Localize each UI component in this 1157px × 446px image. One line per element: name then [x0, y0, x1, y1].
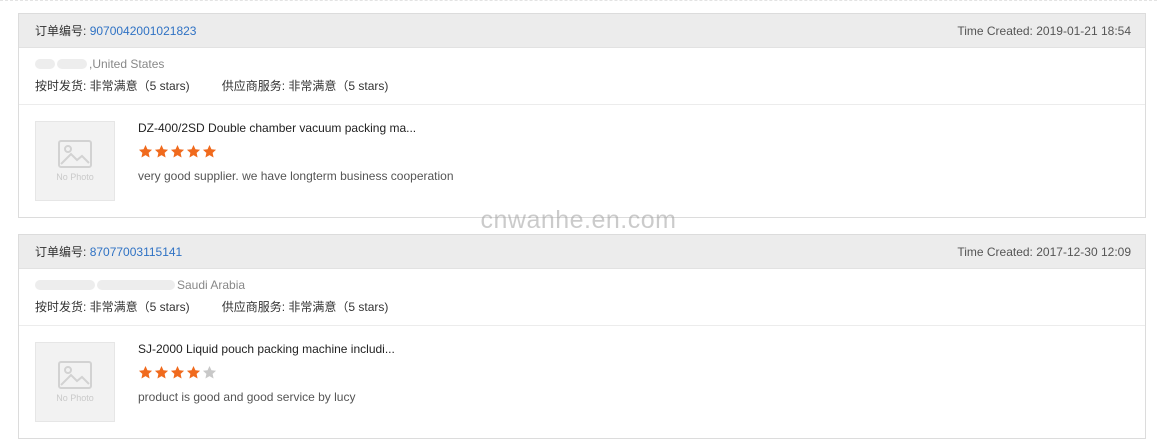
- ratings-row: 按时发货: 非常满意（5 stars) 供应商服务: 非常满意（5 stars): [35, 298, 1129, 315]
- star-icon: [170, 144, 185, 158]
- order-card: 订单编号: 9070042001021823 Time Created: 201…: [18, 13, 1146, 218]
- star-icon: [154, 365, 169, 379]
- time-created-value: 2019-01-21 18:54: [1036, 23, 1131, 38]
- product-details: SJ-2000 Liquid pouch packing machine inc…: [138, 342, 395, 422]
- star-icon: [202, 365, 217, 379]
- product-row: No Photo SJ-2000 Liquid pouch packing ma…: [19, 326, 1145, 438]
- image-placeholder-icon: [58, 361, 92, 389]
- product-photo[interactable]: No Photo: [35, 121, 115, 201]
- product-name[interactable]: DZ-400/2SD Double chamber vacuum packing…: [138, 121, 454, 135]
- top-divider: [0, 0, 1157, 4]
- redacted-name: [57, 59, 87, 69]
- redacted-name: [97, 280, 175, 290]
- buyer-info: ,United States: [35, 56, 1129, 72]
- delivery-rating: 按时发货: 非常满意（5 stars): [35, 79, 190, 93]
- review-text: very good supplier. we have longterm bus…: [138, 169, 454, 183]
- star-icon: [154, 144, 169, 158]
- no-photo-label: No Photo: [56, 393, 94, 403]
- product-name[interactable]: SJ-2000 Liquid pouch packing machine inc…: [138, 342, 395, 356]
- buyer-location: ,United States: [89, 57, 165, 71]
- service-rating: 供应商服务: 非常满意（5 stars): [221, 79, 389, 93]
- buyer-location: Saudi Arabia: [177, 278, 246, 292]
- time-created: Time Created: 2017-12-30 12:09: [957, 245, 1131, 259]
- time-created-value: 2017-12-30 12:09: [1036, 244, 1131, 259]
- star-icon: [202, 144, 217, 158]
- no-photo-label: No Photo: [56, 172, 94, 182]
- delivery-rating: 按时发货: 非常满意（5 stars): [35, 300, 190, 314]
- order-number-label: 订单编号:: [35, 245, 87, 259]
- image-placeholder-icon: [58, 140, 92, 168]
- product-details: DZ-400/2SD Double chamber vacuum packing…: [138, 121, 454, 201]
- order-number-link[interactable]: 9070042001021823: [90, 24, 197, 38]
- order-card: 订单编号: 87077003115141 Time Created: 2017-…: [18, 234, 1146, 439]
- redacted-name: [35, 280, 95, 290]
- order-header: 订单编号: 87077003115141 Time Created: 2017-…: [19, 235, 1145, 269]
- star-icon: [138, 144, 153, 158]
- time-created-label: Time Created:: [957, 244, 1033, 259]
- buyer-meta: ,United States 按时发货: 非常满意（5 stars) 供应商服务…: [19, 48, 1145, 105]
- redacted-name: [35, 59, 55, 69]
- order-number-group: 订单编号: 87077003115141: [35, 243, 182, 260]
- product-photo[interactable]: No Photo: [35, 342, 115, 422]
- star-icon: [186, 144, 201, 158]
- star-rating: [138, 144, 454, 160]
- time-created-label: Time Created:: [957, 23, 1033, 38]
- order-header: 订单编号: 9070042001021823 Time Created: 201…: [19, 14, 1145, 48]
- buyer-info: Saudi Arabia: [35, 277, 1129, 293]
- buyer-meta: Saudi Arabia 按时发货: 非常满意（5 stars) 供应商服务: …: [19, 269, 1145, 326]
- review-text: product is good and good service by lucy: [138, 390, 356, 404]
- ratings-row: 按时发货: 非常满意（5 stars) 供应商服务: 非常满意（5 stars): [35, 77, 1129, 94]
- star-icon: [170, 365, 185, 379]
- star-icon: [138, 365, 153, 379]
- time-created: Time Created: 2019-01-21 18:54: [957, 24, 1131, 38]
- order-number-label: 订单编号:: [35, 24, 87, 38]
- product-row: No Photo DZ-400/2SD Double chamber vacuu…: [19, 105, 1145, 217]
- order-number-link[interactable]: 87077003115141: [90, 245, 183, 259]
- order-number-group: 订单编号: 9070042001021823: [35, 22, 196, 39]
- service-rating: 供应商服务: 非常满意（5 stars): [221, 300, 389, 314]
- star-rating: [138, 365, 395, 381]
- star-icon: [186, 365, 201, 379]
